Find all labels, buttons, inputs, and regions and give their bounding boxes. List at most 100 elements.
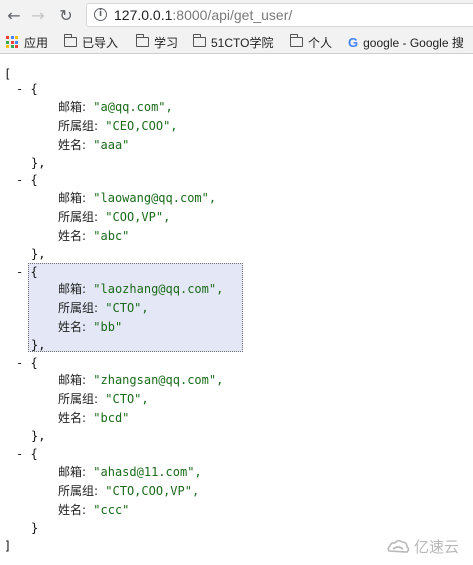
value-group: "COO,VP", bbox=[105, 210, 171, 224]
cloud-logo-icon bbox=[387, 539, 410, 553]
value-group: "CEO,COO", bbox=[105, 119, 178, 133]
open-brace: { bbox=[30, 447, 38, 461]
bookmark-folder-study[interactable]: 学习 bbox=[135, 33, 179, 51]
folder-icon bbox=[192, 34, 206, 47]
key-name: 姓名: bbox=[58, 320, 87, 334]
key-group: 所属组: bbox=[58, 210, 99, 224]
bookmark-label: 51CTO学院 bbox=[211, 35, 274, 50]
apps-dot bbox=[6, 40, 9, 44]
field-row: 所属组: "CTO,COO,VP", bbox=[58, 483, 199, 500]
key-group: 所属组: bbox=[58, 119, 99, 133]
bookmark-label: 个人 bbox=[308, 35, 333, 50]
bookmark-folder-51cto[interactable]: 51CTO学院 bbox=[192, 33, 274, 51]
value-email: "a@qq.com", bbox=[93, 100, 173, 114]
bookmark-folder-imported[interactable]: 已导入 bbox=[63, 33, 119, 51]
open-brace: { bbox=[30, 173, 38, 187]
apps-dot bbox=[6, 45, 9, 48]
apps-dot bbox=[6, 36, 9, 39]
object-open-line: - { bbox=[16, 172, 38, 189]
close-brace: }, bbox=[31, 247, 46, 261]
apps-dot bbox=[15, 40, 18, 44]
key-email: 邮箱: bbox=[58, 465, 87, 479]
collapse-toggle[interactable]: - bbox=[16, 173, 23, 187]
value-name: "abc" bbox=[93, 229, 130, 243]
close-brace: }, bbox=[31, 156, 46, 170]
array-open-bracket: [ bbox=[4, 67, 12, 81]
collapse-toggle[interactable]: - bbox=[16, 356, 23, 370]
reload-button[interactable]: ↻ bbox=[55, 4, 77, 26]
close-brace: }, bbox=[31, 429, 46, 443]
value-name: "bcd" bbox=[93, 411, 130, 425]
array-close-bracket: ] bbox=[4, 539, 12, 553]
folder-icon bbox=[63, 34, 77, 47]
value-name: "bb" bbox=[93, 320, 123, 334]
field-row: 姓名: "aaa" bbox=[58, 137, 129, 154]
back-button[interactable]: ← bbox=[3, 4, 25, 26]
apps-grid-icon bbox=[6, 36, 18, 48]
bookmark-apps[interactable]: 应用 bbox=[6, 33, 48, 51]
close-brace: }, bbox=[31, 338, 46, 352]
site-info-icon[interactable]: i bbox=[94, 8, 107, 21]
key-group: 所属组: bbox=[58, 392, 99, 406]
field-row: 姓名: "abc" bbox=[58, 228, 129, 245]
watermark: 亿速云 bbox=[386, 536, 459, 557]
value-name: "ccc" bbox=[93, 503, 130, 517]
field-row: 邮箱: "laozhang@qq.com", bbox=[58, 281, 223, 298]
bookmark-label: 已导入 bbox=[82, 35, 119, 50]
watermark-label: 亿速云 bbox=[413, 539, 459, 556]
collapse-toggle[interactable]: - bbox=[16, 447, 23, 461]
bookmark-label: google - Google 搜 bbox=[363, 35, 464, 50]
key-name: 姓名: bbox=[58, 503, 87, 517]
field-row: 所属组: "CEO,COO", bbox=[58, 118, 178, 135]
collapse-toggle[interactable]: - bbox=[16, 265, 23, 279]
key-group: 所属组: bbox=[58, 484, 99, 498]
apps-dot bbox=[10, 40, 14, 44]
arrow-left-icon: ← bbox=[7, 5, 21, 25]
url-path: :8000/api/get_user/ bbox=[172, 7, 293, 23]
field-row: 邮箱: "laowang@qq.com", bbox=[58, 190, 216, 207]
field-row: 姓名: "bcd" bbox=[58, 410, 129, 427]
forward-button[interactable]: → bbox=[27, 4, 49, 26]
url-text[interactable]: 127.0.0.1:8000/api/get_user/ bbox=[114, 7, 292, 24]
field-row: 所属组: "CTO", bbox=[58, 300, 149, 317]
field-row: 邮箱: "zhangsan@qq.com", bbox=[58, 372, 223, 389]
value-email: "laowang@qq.com", bbox=[93, 191, 217, 205]
value-group: "CTO", bbox=[105, 301, 149, 315]
folder-icon bbox=[289, 34, 303, 47]
object-open-line: - { bbox=[16, 81, 38, 98]
object-open-line: - { bbox=[16, 446, 38, 463]
address-bar[interactable]: i 127.0.0.1:8000/api/get_user/ bbox=[86, 3, 473, 27]
bookmark-label: 学习 bbox=[154, 35, 179, 50]
apps-dot bbox=[10, 45, 14, 48]
bookmark-folder-personal[interactable]: 个人 bbox=[289, 33, 333, 51]
value-name: "aaa" bbox=[93, 138, 130, 152]
value-email: "laozhang@qq.com", bbox=[93, 282, 224, 296]
field-row: 邮箱: "ahasd@11.com", bbox=[58, 464, 202, 481]
field-row: 所属组: "CTO", bbox=[58, 391, 149, 408]
object-open-line: - { bbox=[16, 355, 38, 372]
collapse-toggle[interactable]: - bbox=[16, 82, 23, 96]
key-name: 姓名: bbox=[58, 229, 87, 243]
open-brace: { bbox=[30, 265, 38, 279]
key-name: 姓名: bbox=[58, 138, 87, 152]
value-group: "CTO", bbox=[105, 392, 149, 406]
url-host: 127.0.0.1 bbox=[114, 7, 173, 23]
value-email: "zhangsan@qq.com", bbox=[93, 373, 224, 387]
bookmark-label: 应用 bbox=[24, 35, 49, 50]
key-group: 所属组: bbox=[58, 301, 99, 315]
key-email: 邮箱: bbox=[58, 282, 87, 296]
field-row: 姓名: "ccc" bbox=[58, 502, 129, 519]
close-brace: } bbox=[31, 521, 39, 535]
open-brace: { bbox=[30, 82, 38, 96]
value-group: "CTO,COO,VP", bbox=[105, 484, 200, 498]
key-email: 邮箱: bbox=[58, 373, 87, 387]
bookmark-google[interactable]: G google - Google 搜 bbox=[348, 33, 464, 51]
key-email: 邮箱: bbox=[58, 100, 87, 114]
browser-toolbar: ← → ↻ i 127.0.0.1:8000/api/get_user/ bbox=[0, 0, 473, 30]
value-email: "ahasd@11.com", bbox=[93, 465, 202, 479]
field-row: 姓名: "bb" bbox=[58, 319, 122, 336]
object-open-line: - { bbox=[16, 264, 38, 281]
bookmarks-bar: 应用 已导入 学习 51CTO学院 个人 G google - Google 搜 bbox=[0, 30, 473, 54]
key-email: 邮箱: bbox=[58, 191, 87, 205]
open-brace: { bbox=[30, 356, 38, 370]
